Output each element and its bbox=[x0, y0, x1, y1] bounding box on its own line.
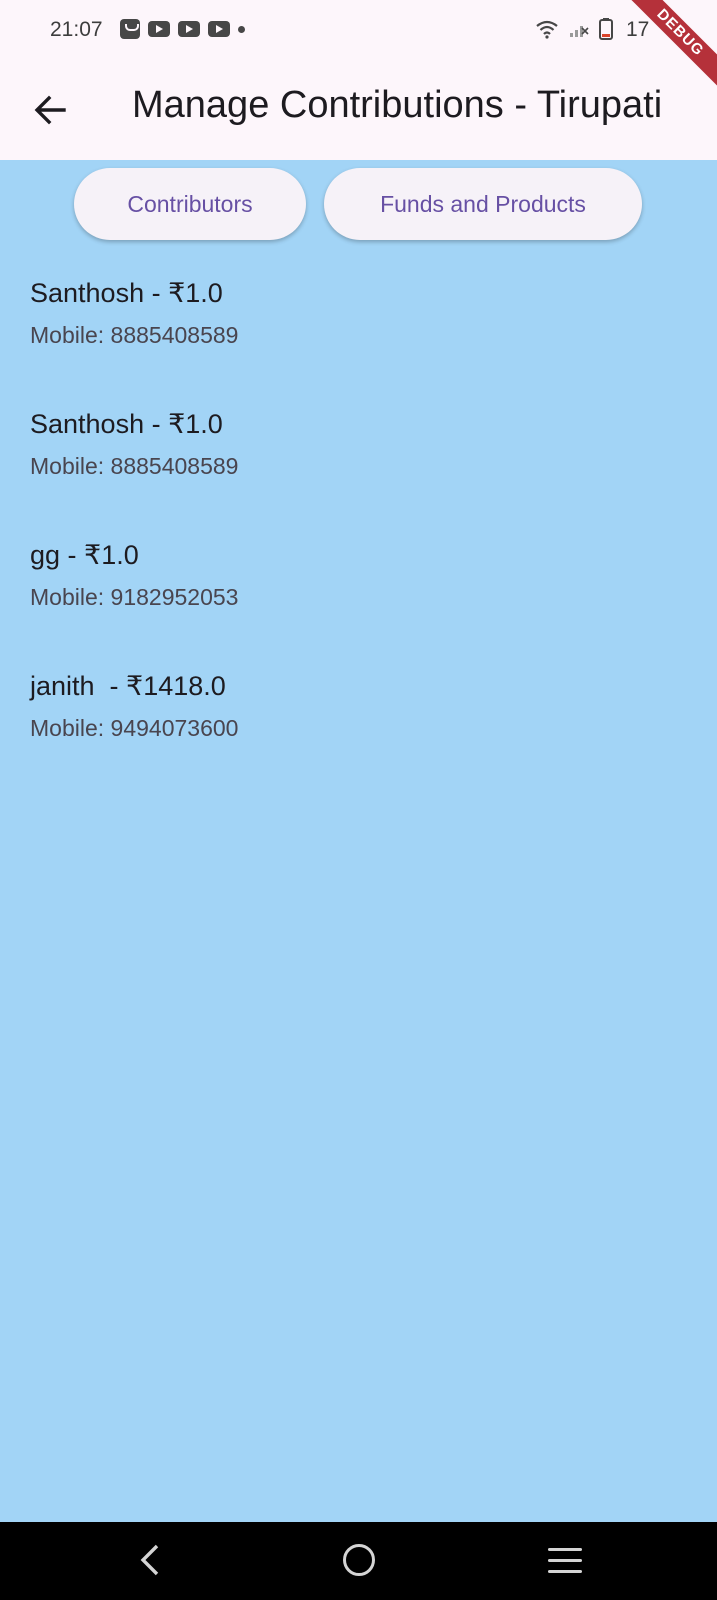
status-bar: 21:07 17 bbox=[0, 0, 717, 60]
status-time: 21:07 bbox=[50, 18, 103, 41]
app-bar: Manage Contributions - Tirupati bbox=[0, 60, 717, 160]
notification-icons bbox=[120, 19, 245, 39]
system-icons bbox=[535, 18, 613, 40]
contributor-title: gg - ₹1.0 bbox=[30, 540, 139, 570]
page-title: Manage Contributions - Tirupati bbox=[132, 84, 663, 126]
dot-icon bbox=[238, 25, 245, 33]
funds-and-products-button[interactable]: Funds and Products bbox=[324, 168, 642, 240]
contributor-mobile: Mobile: 8885408589 bbox=[30, 453, 239, 479]
youtube-icon bbox=[148, 21, 170, 37]
battery-percentage: 17 bbox=[626, 18, 650, 41]
contributor-mobile: Mobile: 8885408589 bbox=[30, 322, 239, 348]
list-item[interactable]: gg - ₹1.0 Mobile: 9182952053 bbox=[0, 524, 717, 655]
contributors-list: Santhosh - ₹1.0 Mobile: 8885408589 Santh… bbox=[0, 262, 717, 786]
list-item[interactable]: Santhosh - ₹1.0 Mobile: 8885408589 bbox=[0, 393, 717, 524]
nav-home-icon[interactable] bbox=[343, 1544, 375, 1576]
system-nav-bar bbox=[0, 1522, 717, 1600]
wifi-icon bbox=[536, 20, 558, 39]
contributor-mobile: Mobile: 9494073600 bbox=[30, 715, 239, 741]
arrow-back-icon bbox=[34, 95, 66, 125]
list-item[interactable]: Santhosh - ₹1.0 Mobile: 8885408589 bbox=[0, 262, 717, 393]
contributor-title: Santhosh - ₹1.0 bbox=[30, 278, 223, 308]
contributor-mobile: Mobile: 9182952053 bbox=[30, 584, 239, 610]
contributor-title: Santhosh - ₹1.0 bbox=[30, 409, 223, 439]
youtube-icon bbox=[178, 21, 200, 37]
contributors-button[interactable]: Contributors bbox=[74, 168, 306, 240]
list-item[interactable]: janith - ₹1418.0 Mobile: 9494073600 bbox=[0, 655, 717, 786]
youtube-icon bbox=[208, 21, 230, 37]
signal-icon bbox=[570, 26, 589, 37]
contributor-title: janith - ₹1418.0 bbox=[30, 671, 226, 701]
back-button[interactable] bbox=[28, 87, 74, 133]
nav-recents-icon[interactable] bbox=[548, 1548, 582, 1581]
nav-back-icon[interactable] bbox=[135, 1542, 163, 1578]
battery-icon bbox=[599, 18, 613, 40]
shopping-bag-icon bbox=[120, 19, 140, 39]
